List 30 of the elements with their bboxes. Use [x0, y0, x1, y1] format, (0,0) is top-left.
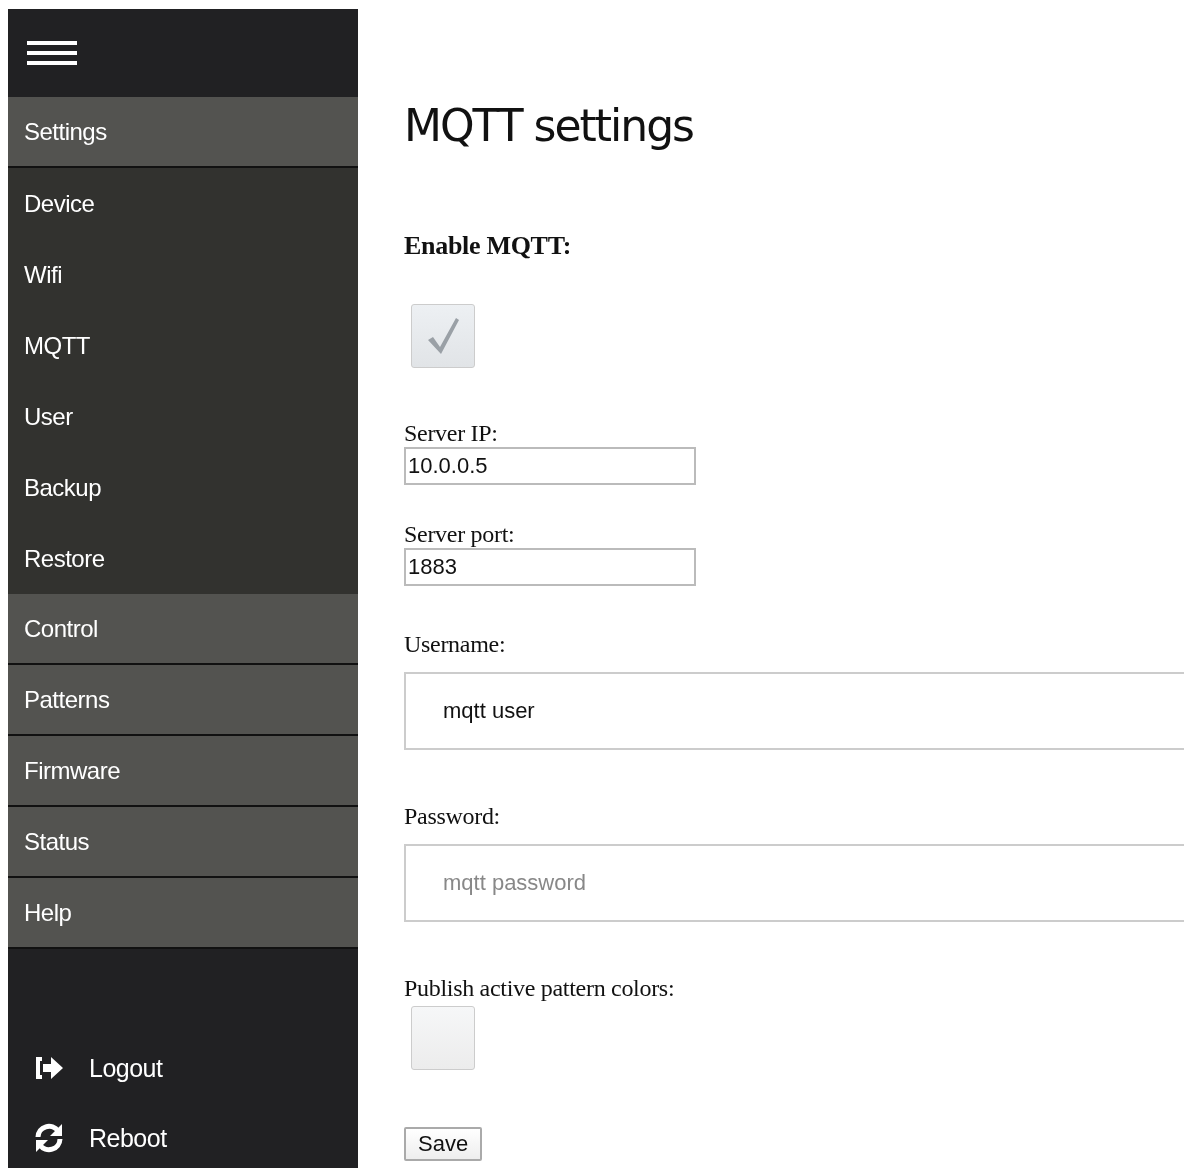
- menu-section[interactable]: Status: [8, 807, 358, 878]
- text-field[interactable]: mqtt user: [404, 672, 1184, 750]
- text-field[interactable]: mqtt password: [404, 844, 1184, 922]
- checkbox[interactable]: [411, 304, 475, 368]
- save-button[interactable]: Save: [404, 1127, 483, 1161]
- field-label: Publish active pattern colors:: [404, 975, 675, 1002]
- menu-section[interactable]: Firmware: [8, 736, 358, 807]
- menu-item[interactable]: Restore: [8, 523, 358, 594]
- menu-link[interactable]: Logout: [89, 1053, 163, 1083]
- menu-section[interactable]: Control: [8, 594, 358, 665]
- menu-link[interactable]: Reboot: [89, 1123, 167, 1153]
- menu-item[interactable]: Wifi: [8, 239, 358, 310]
- text-field[interactable]: 10.0.0.5: [404, 447, 696, 485]
- field-label: Server port:: [404, 521, 515, 548]
- field-label: Username:: [404, 631, 506, 658]
- menu-item[interactable]: Backup: [8, 452, 358, 523]
- field-label: Server IP:: [404, 420, 498, 447]
- menu-icon[interactable]: [27, 40, 77, 66]
- menu-item[interactable]: Device: [8, 168, 358, 239]
- text-field[interactable]: 1883: [404, 548, 696, 586]
- checkbox[interactable]: [411, 1006, 475, 1070]
- menu-section[interactable]: Help: [8, 878, 358, 949]
- field-label: Enable MQTT:: [404, 231, 572, 261]
- menu-item[interactable]: User: [8, 381, 358, 452]
- field-label: Password:: [404, 803, 500, 830]
- check-icon: [425, 316, 461, 356]
- page-title: MQTT settings: [404, 98, 694, 153]
- menu-section[interactable]: Patterns: [8, 665, 358, 736]
- menu-item[interactable]: MQTT: [8, 310, 358, 381]
- menu-section[interactable]: Settings: [8, 97, 358, 168]
